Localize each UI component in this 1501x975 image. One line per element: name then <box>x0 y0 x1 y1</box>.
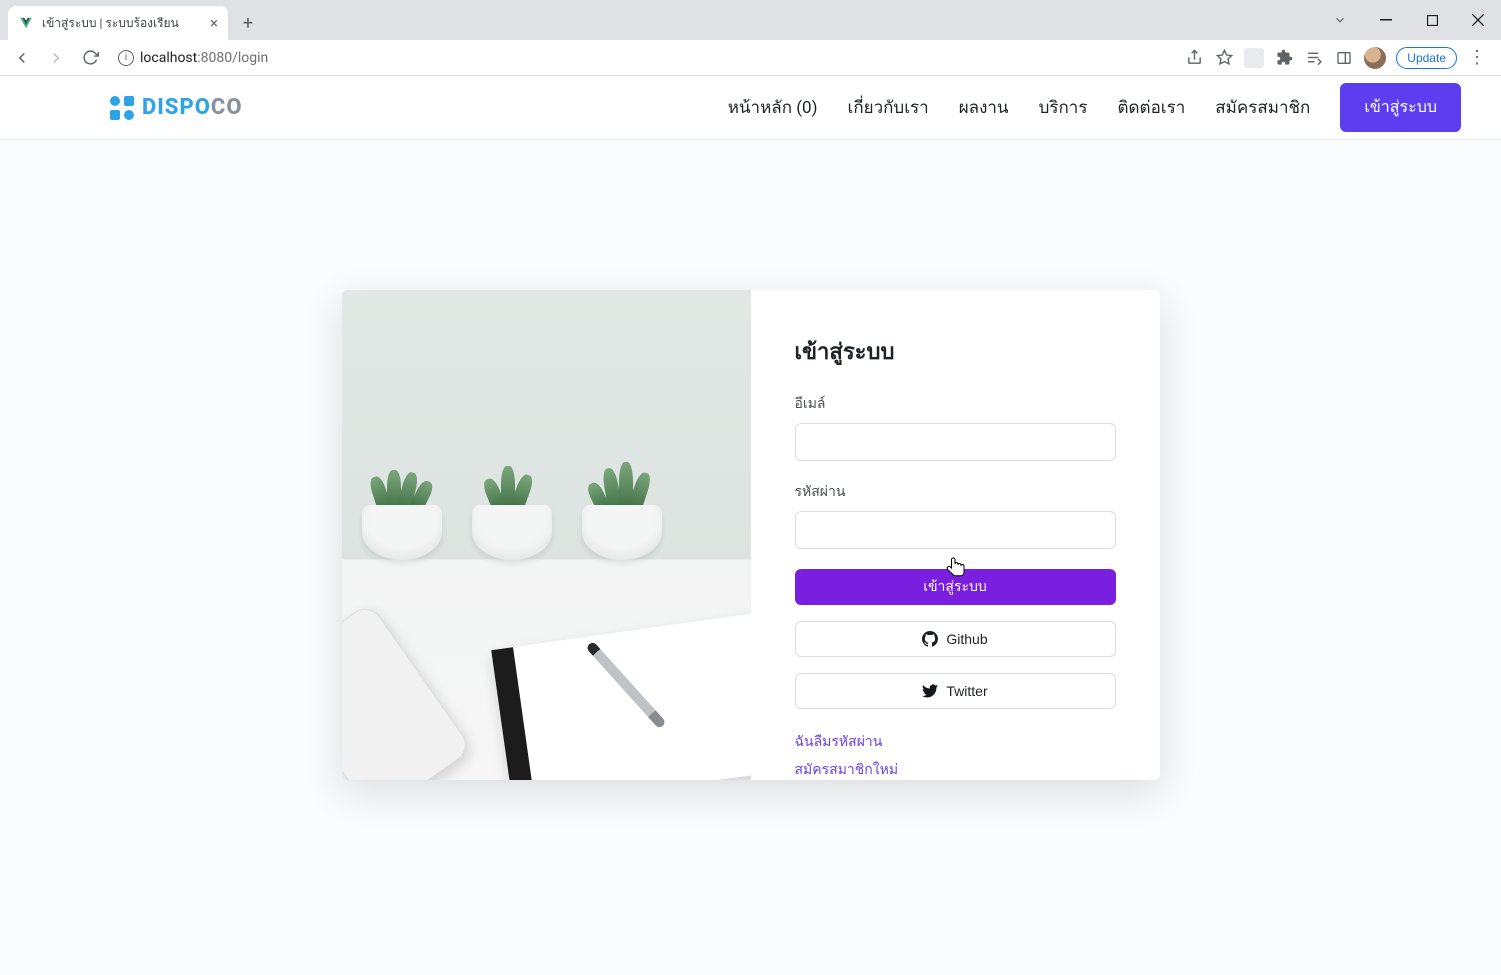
github-label: Github <box>946 631 987 647</box>
site-header: DISPOCO หน้าหลัก (0) เกี่ยวกับเรา ผลงาน … <box>0 76 1501 140</box>
email-field[interactable] <box>795 423 1116 461</box>
card-hero-image <box>342 290 751 780</box>
reload-button[interactable] <box>76 44 104 72</box>
form-links: ฉันลืมรหัสผ่าน สมัครสมาชิกใหม่ <box>795 731 1116 780</box>
new-tab-button[interactable]: + <box>234 9 262 37</box>
header-login-button[interactable]: เข้าสู่ระบบ <box>1340 83 1461 132</box>
url-text: localhost:8080/login <box>140 50 268 66</box>
browser-chrome: เข้าสู่ระบบ | ระบบร้องเรียน × + i localh… <box>0 0 1501 76</box>
github-login-button[interactable]: Github <box>795 621 1116 657</box>
share-icon[interactable] <box>1184 48 1204 68</box>
nav-register[interactable]: สมัครสมาชิก <box>1215 94 1310 121</box>
close-window-icon[interactable] <box>1455 0 1501 40</box>
back-button[interactable] <box>8 44 36 72</box>
site-info-icon[interactable]: i <box>118 50 134 66</box>
page-viewport: DISPOCO หน้าหลัก (0) เกี่ยวกับเรา ผลงาน … <box>0 76 1501 975</box>
bookmark-star-icon[interactable] <box>1214 48 1234 68</box>
email-label: อีเมล์ <box>795 393 1116 415</box>
maximize-icon[interactable] <box>1409 0 1455 40</box>
forgot-password-link[interactable]: ฉันลืมรหัสผ่าน <box>795 731 1116 753</box>
page-content: เข้าสู่ระบบ อีเมล์ รหัสผ่าน เข้าสู่ระบบ … <box>0 140 1501 975</box>
profile-avatar[interactable] <box>1364 47 1386 69</box>
menu-dots-icon[interactable]: ⋮ <box>1467 48 1487 68</box>
extension-icon[interactable] <box>1244 48 1264 68</box>
login-submit-button[interactable]: เข้าสู่ระบบ <box>795 569 1116 605</box>
nav-home[interactable]: หน้าหลัก (0) <box>728 94 818 121</box>
nav-about[interactable]: เกี่ยวกับเรา <box>848 94 929 121</box>
browser-toolbar: i localhost:8080/login Update ⋮ <box>0 40 1501 76</box>
nav-work[interactable]: ผลงาน <box>959 94 1009 121</box>
update-button[interactable]: Update <box>1396 47 1457 69</box>
nav-services[interactable]: บริการ <box>1039 94 1088 121</box>
site-logo[interactable]: DISPOCO <box>110 95 243 120</box>
form-title: เข้าสู่ระบบ <box>795 334 1116 369</box>
side-panel-icon[interactable] <box>1334 48 1354 68</box>
chevron-down-icon[interactable] <box>1317 0 1363 40</box>
minimize-icon[interactable] <box>1363 0 1409 40</box>
register-link[interactable]: สมัครสมาชิกใหม่ <box>795 759 1116 780</box>
vue-favicon-icon <box>18 15 34 31</box>
address-bar[interactable]: i localhost:8080/login <box>110 44 1178 72</box>
login-form: เข้าสู่ระบบ อีเมล์ รหัสผ่าน เข้าสู่ระบบ … <box>751 290 1160 780</box>
password-field[interactable] <box>795 511 1116 549</box>
password-label: รหัสผ่าน <box>795 481 1116 503</box>
window-controls <box>1317 0 1501 40</box>
tab-title: เข้าสู่ระบบ | ระบบร้องเรียน <box>42 14 179 33</box>
forward-button <box>42 44 70 72</box>
reading-list-icon[interactable] <box>1304 48 1324 68</box>
twitter-label: Twitter <box>946 683 987 699</box>
nav-contact[interactable]: ติดต่อเรา <box>1117 94 1185 121</box>
main-nav: หน้าหลัก (0) เกี่ยวกับเรา ผลงาน บริการ ต… <box>728 83 1461 132</box>
github-icon <box>922 631 938 647</box>
twitter-icon <box>922 683 938 699</box>
logo-mark-icon <box>110 96 134 120</box>
logo-text: DISPOCO <box>142 95 243 120</box>
extensions-puzzle-icon[interactable] <box>1274 48 1294 68</box>
login-card: เข้าสู่ระบบ อีเมล์ รหัสผ่าน เข้าสู่ระบบ … <box>342 290 1160 780</box>
twitter-login-button[interactable]: Twitter <box>795 673 1116 709</box>
close-tab-icon[interactable]: × <box>210 14 218 32</box>
tab-bar: เข้าสู่ระบบ | ระบบร้องเรียน × + <box>0 0 1501 40</box>
toolbar-actions: Update ⋮ <box>1184 47 1493 69</box>
browser-tab[interactable]: เข้าสู่ระบบ | ระบบร้องเรียน × <box>8 6 228 40</box>
